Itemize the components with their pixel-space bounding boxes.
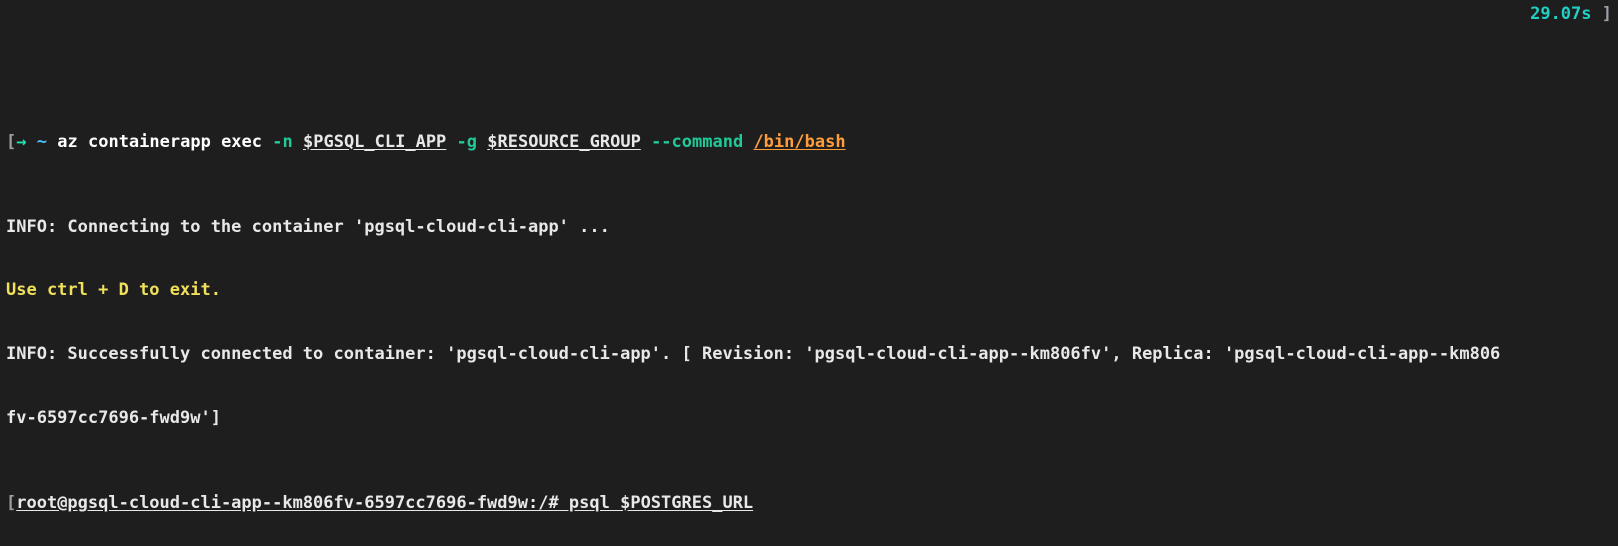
- command-line: [→ ~ az containerapp exec -n $PGSQL_CLI_…: [6, 132, 1612, 153]
- var-resource-group: $RESOURCE_GROUP: [487, 132, 641, 152]
- cmd-containerapp: containerapp: [88, 132, 211, 152]
- shell-prompt: root@pgsql-cloud-cli-app--km806fv-6597cc…: [16, 493, 753, 513]
- bracket-close: ]: [1602, 4, 1612, 24]
- prompt-arrow: →: [16, 132, 26, 152]
- info-connected-1: INFO: Successfully connected to containe…: [6, 344, 1612, 365]
- cmd-exec: exec: [221, 132, 262, 152]
- command-timer: 29.07s ]: [1530, 4, 1612, 25]
- info-connected-2: fv-6597cc7696-fwd9w']: [6, 408, 1612, 429]
- terminal-window[interactable]: 29.07s ] [→ ~ az containerapp exec -n $P…: [0, 0, 1618, 546]
- shell-prompt-line: [root@pgsql-cloud-cli-app--km806fv-6597c…: [6, 493, 1612, 514]
- cmd-az: az: [57, 132, 77, 152]
- flag-g: -g: [457, 132, 477, 152]
- info-connecting: INFO: Connecting to the container 'pgsql…: [6, 217, 1612, 238]
- bracket-open: [: [6, 132, 16, 152]
- prompt-tilde: ~: [37, 132, 47, 152]
- exit-hint: Use ctrl + D to exit.: [6, 280, 1612, 301]
- flag-n: -n: [272, 132, 292, 152]
- var-pgsql-cli-app: $PGSQL_CLI_APP: [303, 132, 446, 152]
- bracket-open: [: [6, 493, 16, 513]
- arg-bin-bash: /bin/bash: [753, 132, 845, 152]
- timer-value: 29.07s: [1530, 4, 1591, 24]
- flag-command: --command: [651, 132, 743, 152]
